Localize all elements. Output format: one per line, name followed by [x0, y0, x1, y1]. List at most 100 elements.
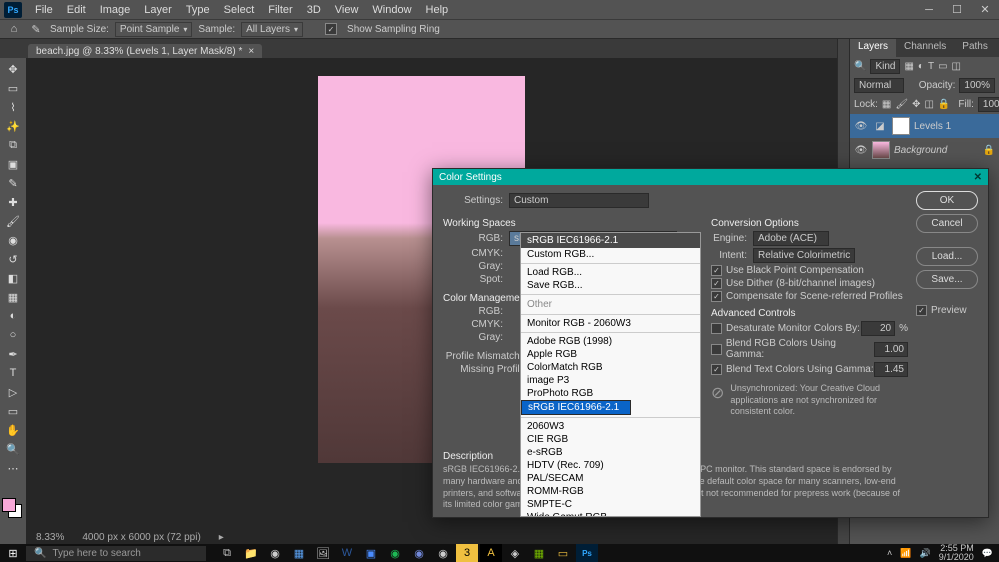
- intent-dropdown[interactable]: Relative Colorimetric: [753, 248, 855, 263]
- word-icon[interactable]: W: [336, 544, 358, 562]
- brush-tool[interactable]: 🖌: [2, 212, 24, 230]
- rgb-option[interactable]: Load RGB...: [521, 266, 700, 279]
- hand-tool[interactable]: ✋: [2, 421, 24, 439]
- filter-shape-icon[interactable]: ▭: [938, 61, 947, 72]
- save-button[interactable]: Save...: [916, 270, 978, 289]
- lock-trans-icon[interactable]: ▦: [882, 99, 891, 110]
- lock-pos-icon[interactable]: ✥: [912, 99, 920, 110]
- lock-artboard-icon[interactable]: ◫: [924, 99, 933, 110]
- tray-chevron-icon[interactable]: ˄: [887, 548, 892, 558]
- blur-tool[interactable]: ◐: [2, 307, 24, 325]
- rgb-option[interactable]: Wide Gamut RGB: [521, 511, 700, 517]
- layer-name[interactable]: Background: [894, 145, 947, 156]
- rgb-option[interactable]: ROMM-RGB: [521, 485, 700, 498]
- type-tool[interactable]: T: [2, 364, 24, 382]
- rgb-option[interactable]: ProPhoto RGB: [521, 387, 700, 400]
- scene-checkbox[interactable]: [711, 291, 722, 302]
- shape-tool[interactable]: ▭: [2, 402, 24, 420]
- preview-checkbox[interactable]: [916, 305, 927, 316]
- rgb-option[interactable]: HDTV (Rec. 709): [521, 459, 700, 472]
- dither-checkbox[interactable]: [711, 278, 722, 289]
- frame-tool[interactable]: ▣: [2, 155, 24, 173]
- rgb-option[interactable]: Custom RGB...: [521, 248, 700, 261]
- wifi-icon[interactable]: 📶: [900, 548, 911, 559]
- rgb-option[interactable]: Monitor RGB - 2060W3: [521, 317, 700, 330]
- home-icon[interactable]: ⌂: [6, 21, 22, 37]
- layer-mask-thumb[interactable]: [892, 117, 910, 135]
- wand-tool[interactable]: ✨: [2, 117, 24, 135]
- gradient-tool[interactable]: ▦: [2, 288, 24, 306]
- discord-icon[interactable]: ◉: [408, 544, 430, 562]
- close-tab-icon[interactable]: ×: [248, 46, 254, 57]
- menu-window[interactable]: Window: [365, 4, 418, 16]
- minimize-button[interactable]: ─: [915, 0, 943, 19]
- rgb-option-selected[interactable]: sRGB IEC61966-2.1: [521, 400, 631, 415]
- blend-rgb-checkbox[interactable]: [711, 344, 722, 355]
- ok-button[interactable]: OK: [916, 191, 978, 210]
- color-swatches[interactable]: [2, 498, 24, 526]
- dialog-close-icon[interactable]: ✕: [974, 172, 982, 183]
- close-button[interactable]: ✕: [971, 0, 999, 19]
- app-icon[interactable]: ▭: [552, 544, 574, 562]
- path-tool[interactable]: ▷: [2, 383, 24, 401]
- photos-icon[interactable]: 🖼: [312, 544, 334, 562]
- fill-value[interactable]: 100%: [978, 97, 999, 112]
- settings-dropdown[interactable]: Custom: [509, 193, 649, 208]
- menu-layer[interactable]: Layer: [137, 4, 179, 16]
- load-button[interactable]: Load...: [916, 247, 978, 266]
- explorer-icon[interactable]: 📁: [240, 544, 262, 562]
- sample-dropdown[interactable]: All Layers: [241, 22, 303, 37]
- menu-help[interactable]: Help: [419, 4, 456, 16]
- menu-view[interactable]: View: [328, 4, 366, 16]
- app-icon[interactable]: ◈: [504, 544, 526, 562]
- tab-paths[interactable]: Paths: [954, 39, 996, 57]
- sample-size-dropdown[interactable]: Point Sample: [115, 22, 193, 37]
- visibility-icon[interactable]: 👁: [854, 121, 868, 132]
- rgb-option[interactable]: CIE RGB: [521, 433, 700, 446]
- marquee-tool[interactable]: ▭: [2, 79, 24, 97]
- visibility-icon[interactable]: 👁: [854, 145, 868, 156]
- start-button[interactable]: ⊞: [0, 547, 26, 560]
- taskbar-search[interactable]: 🔍 Type here to search: [26, 546, 206, 561]
- system-tray[interactable]: ˄ 📶 🔊 2:55 PM 9/1/2020 💬: [887, 544, 999, 562]
- tab-channels[interactable]: Channels: [896, 39, 954, 57]
- menu-file[interactable]: File: [28, 4, 60, 16]
- filter-pixel-icon[interactable]: ▦: [904, 61, 913, 72]
- search-icon[interactable]: 🔍: [854, 61, 866, 72]
- notifications-icon[interactable]: 💬: [982, 548, 993, 559]
- zoom-tool[interactable]: 🔍: [2, 440, 24, 458]
- blend-rgb-value[interactable]: 1.00: [874, 342, 908, 357]
- status-chevron-icon[interactable]: ▸: [219, 532, 224, 543]
- rgb-option[interactable]: PAL/SECAM: [521, 472, 700, 485]
- menu-edit[interactable]: Edit: [60, 4, 93, 16]
- task-view-icon[interactable]: ⧉: [216, 544, 238, 562]
- document-tab[interactable]: beach.jpg @ 8.33% (Levels 1, Layer Mask/…: [28, 44, 262, 59]
- menu-select[interactable]: Select: [217, 4, 262, 16]
- menu-image[interactable]: Image: [93, 4, 138, 16]
- stamp-tool[interactable]: ◉: [2, 231, 24, 249]
- foreground-swatch[interactable]: [2, 498, 16, 512]
- menu-filter[interactable]: Filter: [261, 4, 299, 16]
- bpc-checkbox[interactable]: [711, 265, 722, 276]
- menu-type[interactable]: Type: [179, 4, 217, 16]
- chrome-icon[interactable]: ◉: [264, 544, 286, 562]
- blend-text-value[interactable]: 1.45: [874, 362, 908, 377]
- layer-row-background[interactable]: 👁 Background 🔒: [850, 138, 999, 162]
- rgb-option[interactable]: ColorMatch RGB: [521, 361, 700, 374]
- filter-smart-icon[interactable]: ◫: [952, 61, 961, 72]
- eraser-tool[interactable]: ◧: [2, 269, 24, 287]
- desat-value[interactable]: 20: [861, 321, 895, 336]
- history-brush-tool[interactable]: ↺: [2, 250, 24, 268]
- menu-3d[interactable]: 3D: [300, 4, 328, 16]
- photoshop-taskbar-icon[interactable]: Ps: [576, 544, 598, 562]
- spotify-icon[interactable]: ◉: [384, 544, 406, 562]
- app-icon[interactable]: A: [480, 544, 502, 562]
- zoom-icon[interactable]: ▣: [360, 544, 382, 562]
- app-icon[interactable]: 3: [456, 544, 478, 562]
- dialog-titlebar[interactable]: Color Settings ✕: [433, 169, 988, 185]
- layer-row-levels[interactable]: 👁 ◪ Levels 1: [850, 114, 999, 138]
- zoom-level[interactable]: 8.33%: [36, 532, 64, 543]
- eyedropper-tool[interactable]: ✎: [2, 174, 24, 192]
- lasso-tool[interactable]: ⌇: [2, 98, 24, 116]
- heal-tool[interactable]: ✚: [2, 193, 24, 211]
